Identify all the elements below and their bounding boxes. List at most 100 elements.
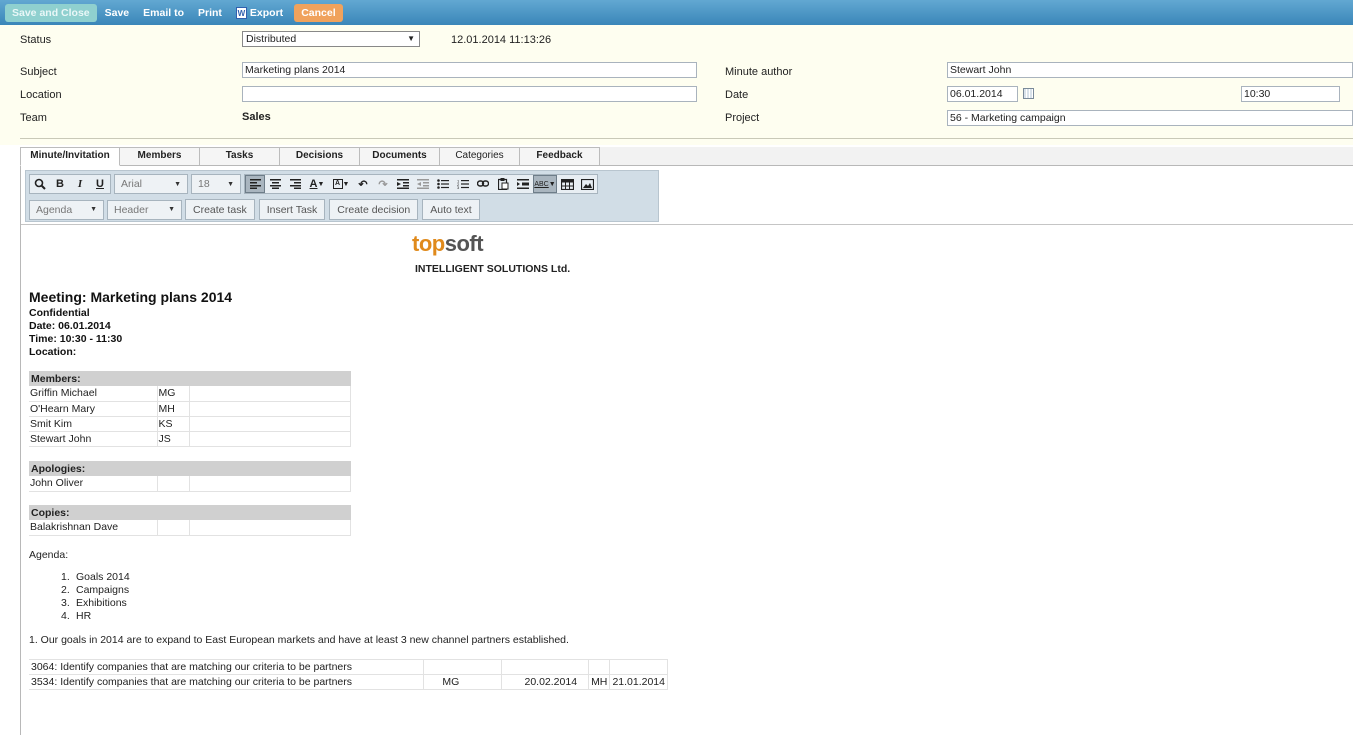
member-name: Griffin Michael [29,386,158,402]
member-code: MG [157,386,190,402]
text-color-icon[interactable]: A ▼ [305,175,329,193]
location-line: Location: [29,346,77,358]
create-task-button[interactable]: Create task [185,199,255,220]
tab-tasks[interactable]: Tasks [200,147,280,165]
redo-icon[interactable]: ↷ [373,175,393,193]
logo-top: top [412,231,445,256]
calendar-icon[interactable] [1023,88,1034,99]
indent-icon[interactable] [393,175,413,193]
document-body[interactable]: topsoft INTELLIGENT SOLUTIONS Ltd. Meeti… [21,224,1353,735]
header-select[interactable]: Header ▼ [107,199,182,220]
meeting-title: Meeting: Marketing plans 2014 [29,289,233,305]
tab-members[interactable]: Members [120,147,200,165]
members-table: Members: Griffin Michael MG O'Hearn Mary M… [29,371,351,447]
create-decision-button[interactable]: Create decision [329,199,419,220]
task-text: 3534: Identify companies that are matchi… [29,674,425,690]
chevron-down-icon: ▼ [174,180,181,188]
insert-task-button[interactable]: Insert Task [258,199,326,220]
list-item: 1. Goals 2014 [61,571,130,583]
logo-soft: soft [444,231,484,256]
bold-icon[interactable]: B [50,175,70,193]
members-header: Members: [29,371,351,386]
top-toolbar: Save and Close Save Email to Print W Exp… [0,0,1353,25]
format-group: B I U [29,174,111,194]
task-by [588,659,611,675]
save-button[interactable]: Save [98,4,137,22]
align-center-icon[interactable] [265,175,285,193]
status-label: Status [20,34,52,46]
bullet-list-icon[interactable] [433,175,453,193]
task-created: 21.01.2014 [609,674,668,690]
task-due: 20.02.2014 [501,674,590,690]
export-button[interactable]: W Export [229,4,290,22]
apologies-header: Apologies: [29,461,351,476]
minute-author-label: Minute author [725,66,793,78]
editor-toolbar: B I U Arial ▼ 18 ▼ A ▼ A ▼ ↶ ↷ 1 2 3 ABC… [25,170,659,222]
insert-block-icon[interactable] [513,175,533,193]
task-responsible [423,659,503,675]
header-select-label: Header [114,203,149,216]
auto-text-button[interactable]: Auto text [422,199,480,220]
task-due [501,659,590,675]
tab-feedback[interactable]: Feedback [520,147,600,165]
table-row: O'Hearn Mary MH [29,401,351,417]
confidential-line: Confidential [29,307,90,319]
chevron-down-icon: ▼ [407,34,415,43]
status-timestamp: 12.01.2014 11:13:26 [451,34,552,46]
undo-icon[interactable]: ↶ [353,175,373,193]
table-row: Stewart John JS [29,431,351,447]
table-row[interactable]: 3534: Identify companies that are matchi… [29,674,668,690]
list-item: 3. Exhibitions [61,597,127,609]
member-name: O'Hearn Mary [29,401,158,417]
member-code: MH [157,401,190,417]
table-icon[interactable] [557,175,577,193]
location-label: Location [20,89,62,101]
chevron-down-icon: ▼ [90,206,97,213]
rich-text-editor: B I U Arial ▼ 18 ▼ A ▼ A ▼ ↶ ↷ 1 2 3 ABC… [20,166,1353,735]
list-item: 2. Campaigns [61,584,130,596]
subject-input[interactable]: Marketing plans 2014 [242,62,697,78]
save-and-close-button[interactable]: Save and Close [5,3,97,22]
form-divider [20,138,1353,139]
numbered-list-icon[interactable]: 123 [453,175,473,193]
outdent-icon[interactable] [413,175,433,193]
apologies-table: Apologies: John Oliver [29,461,351,492]
topsoft-logo: topsoft [412,231,484,257]
highlight-color-icon[interactable]: A ▼ [329,175,353,193]
time-input[interactable]: 10:30 [1241,86,1340,102]
task-by: MH [588,674,611,690]
project-input[interactable]: 56 - Marketing campaign [947,110,1353,126]
location-input[interactable] [242,86,697,102]
image-icon[interactable] [577,175,597,193]
table-row: Smit Kim KS [29,416,351,432]
tasks-table: 3064: Identify companies that are matchi… [29,659,668,690]
table-row: Griffin Michael MG [29,386,351,402]
underline-icon[interactable]: U [90,175,110,193]
search-icon[interactable] [30,175,50,193]
agenda-list: 1. Goals 2014 2. Campaigns 3. Exhibitions 4… [61,571,130,623]
link-icon[interactable] [473,175,493,193]
status-select[interactable]: Distributed ▼ [242,31,420,47]
date-input[interactable]: 06.01.2014 [947,86,1018,102]
tab-minute-invitation[interactable]: Minute/Invitation [20,147,120,166]
cancel-button[interactable]: Cancel [294,3,343,22]
print-button[interactable]: Print [191,4,229,22]
date-label: Date [725,89,749,101]
spellcheck-icon[interactable]: ABC ▼ [533,175,557,193]
tab-decisions[interactable]: Decisions [280,147,360,165]
italic-icon[interactable]: I [70,175,90,193]
date-line: Date: 06.01.2014 [29,320,111,332]
minute-author-input[interactable]: Stewart John [947,62,1353,78]
tab-documents[interactable]: Documents [360,147,440,165]
project-label: Project [725,112,760,124]
agenda-select[interactable]: Agenda ▼ [29,199,104,220]
font-family-select[interactable]: Arial ▼ [114,174,188,194]
align-left-icon[interactable] [245,175,265,193]
font-size-select[interactable]: 18 ▼ [191,174,241,194]
align-right-icon[interactable] [285,175,305,193]
email-to-button[interactable]: Email to [136,4,191,22]
tab-categories[interactable]: Categories [440,147,520,165]
paste-icon[interactable] [493,175,513,193]
table-row[interactable]: 3064: Identify companies that are matchi… [29,659,668,675]
font-family-value: Arial [121,178,143,190]
